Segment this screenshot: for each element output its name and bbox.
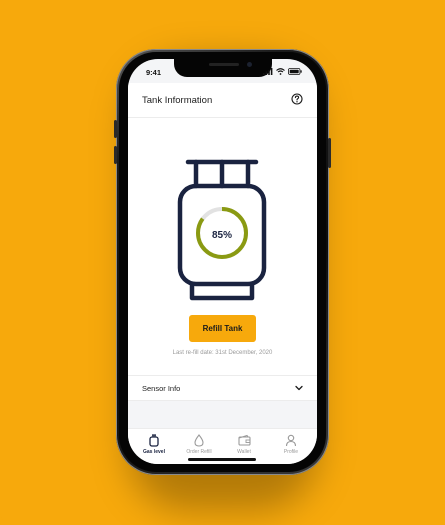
- drop-icon: [194, 434, 204, 447]
- help-circle-icon[interactable]: [291, 93, 303, 105]
- chevron-down-icon[interactable]: [295, 384, 303, 392]
- notch: [173, 59, 272, 77]
- tab-order-refill[interactable]: Order Refill: [181, 434, 217, 455]
- tab-label: Wallet: [237, 449, 251, 455]
- tab-label: Order Refill: [186, 449, 212, 455]
- tab-wallet[interactable]: Wallet: [226, 434, 262, 455]
- home-indicator: [188, 458, 256, 461]
- signal-icon: [263, 68, 273, 75]
- page-title: Tank Information: [142, 95, 213, 106]
- sensor-info-label: Sensor Info: [142, 384, 181, 393]
- bottom-tab-bar: Gas level Order Refill Wallet Profile: [128, 428, 317, 464]
- power-button: [328, 138, 331, 168]
- camera: [246, 62, 252, 67]
- wallet-icon: [237, 434, 251, 446]
- background: 9:41 Tank Information 85% Refill Tank La…: [0, 0, 445, 525]
- volume-up-button: [114, 120, 117, 138]
- speaker: [208, 63, 239, 66]
- phone-screen: 9:41 Tank Information 85% Refill Tank La…: [128, 59, 317, 464]
- tank-level-value: 85%: [211, 230, 232, 241]
- refill-tank-button[interactable]: Refill Tank: [189, 315, 256, 342]
- battery-icon: [288, 68, 302, 75]
- tab-label: Gas level: [143, 449, 165, 455]
- status-icons: [263, 68, 302, 75]
- volume-down-button: [114, 146, 117, 164]
- wifi-icon: [276, 68, 285, 75]
- app-header: Tank Information: [128, 83, 317, 118]
- last-refill-date: Last re-fill date: 31st December, 2020: [172, 350, 273, 356]
- tab-profile[interactable]: Profile: [273, 434, 309, 455]
- tab-gas-level[interactable]: Gas level: [136, 434, 172, 455]
- tab-label: Profile: [283, 449, 299, 455]
- sensor-info-accordion[interactable]: Sensor Info: [128, 375, 317, 401]
- status-time: 9:41: [146, 68, 162, 77]
- gas-cylinder-icon: [149, 434, 159, 447]
- user-icon: [285, 434, 297, 447]
